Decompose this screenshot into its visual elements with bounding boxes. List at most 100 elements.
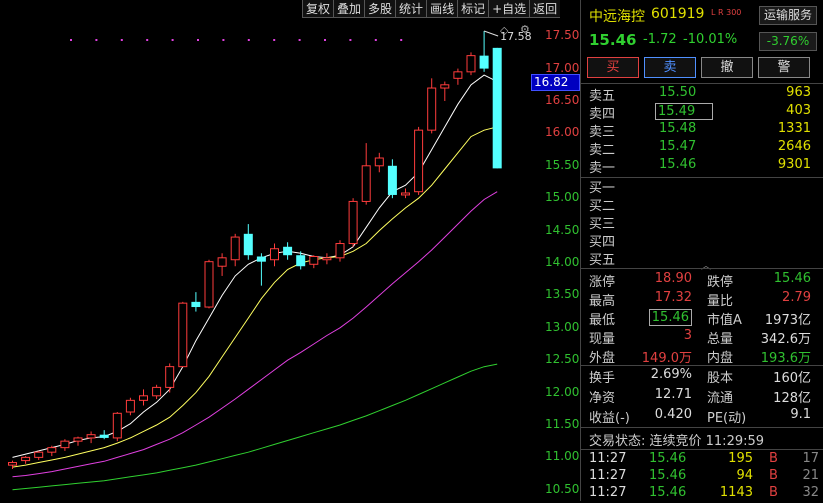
tick-side: B xyxy=(769,485,778,500)
price-tick-label: 13.00 xyxy=(545,319,580,334)
chevron-up-icon[interactable]: ︿ xyxy=(701,257,711,272)
stock-header: 中远海控 601919 L R 300 运输服务 xyxy=(581,0,823,28)
order-label: 买五 xyxy=(589,253,616,268)
order-price: 15.46 xyxy=(659,157,697,172)
stat-label: 股本 xyxy=(707,371,734,386)
trade-status: 交易状态: 连续竞价 11:29:59 xyxy=(589,434,765,449)
price-tick-label: 15.00 xyxy=(545,190,580,205)
order-label: 卖三 xyxy=(589,125,616,140)
candle-body xyxy=(414,129,424,193)
price-tick-label: 17.00 xyxy=(545,60,580,75)
price-row: 15.46 -1.72 -10.01% -3.76% xyxy=(581,28,823,54)
candle-body xyxy=(479,55,489,69)
candle-body xyxy=(230,236,240,261)
marker-dot xyxy=(273,39,276,41)
buy-order-row[interactable]: 买四 xyxy=(581,231,823,250)
price-tick-label: 12.00 xyxy=(545,384,580,399)
buy-order-row[interactable]: 买二 xyxy=(581,195,823,214)
stats-row: 换手 2.69% 股本 160亿 xyxy=(581,367,823,386)
price-tick-label: 16.50 xyxy=(545,92,580,107)
price-tick-label: 15.50 xyxy=(545,157,580,172)
sell-order-row[interactable]: 卖四 15.49 403 xyxy=(581,103,823,122)
marker-dot xyxy=(171,39,174,41)
price-tick-label: 11.50 xyxy=(545,416,580,431)
toolbar-back-button[interactable]: 返回 xyxy=(529,0,561,18)
candle-body xyxy=(73,437,83,442)
cancel-order-button[interactable]: 撤 xyxy=(701,57,753,78)
stat-label: 量比 xyxy=(707,294,734,309)
tick-row: 11:27 15.46 94 B 21 xyxy=(581,468,823,486)
toolbar-multi-stock-button[interactable]: 多股 xyxy=(364,0,396,18)
toolbar-stats-button[interactable]: 统计 xyxy=(395,0,427,18)
tick-time: 11:27 xyxy=(589,485,627,500)
divider xyxy=(581,365,823,366)
stat-value: 12.71 xyxy=(654,387,692,402)
tick-side: B xyxy=(769,451,778,466)
industry-pct: -3.76% xyxy=(759,32,817,51)
sell-order-row[interactable]: 卖五 15.50 963 xyxy=(581,85,823,104)
buy-button[interactable]: 买 xyxy=(587,57,639,78)
stat-label: 收益(-) xyxy=(589,411,630,426)
marker-dot xyxy=(70,39,72,41)
high-marker-line xyxy=(483,30,499,37)
order-volume: 403 xyxy=(786,103,811,118)
order-price: 15.48 xyxy=(659,121,697,136)
marker-dot xyxy=(120,39,123,41)
alert-button[interactable]: 警 xyxy=(758,57,810,78)
industry-button[interactable]: 运输服务 xyxy=(759,6,817,25)
current-price-label: 16.82 xyxy=(531,74,580,91)
candle-body xyxy=(191,301,201,308)
toolbar-restore-rights-button[interactable]: 复权 xyxy=(302,0,334,18)
diamond-icon[interactable]: ◇ xyxy=(500,24,508,37)
candle-body xyxy=(440,84,450,89)
divider xyxy=(581,83,823,84)
candle-body xyxy=(427,87,437,131)
stats-row: 外盘 149.0万 内盘 193.6万 xyxy=(581,347,823,366)
settings-icon[interactable]: ⚙ xyxy=(520,23,530,36)
stat-value: 149.0万 xyxy=(641,351,692,366)
marker-dot xyxy=(95,39,98,41)
stat-value: 15.46 xyxy=(773,271,811,286)
stat-label: 跌停 xyxy=(707,275,734,290)
marker-dot xyxy=(298,39,301,41)
divider xyxy=(581,449,823,450)
price-tick-label: 13.50 xyxy=(545,287,580,302)
stat-label: 外盘 xyxy=(589,351,616,366)
toolbar-add-watchlist-button[interactable]: +自选 xyxy=(488,0,530,18)
sell-order-row[interactable]: 卖二 15.47 2646 xyxy=(581,139,823,158)
stat-label: 流通 xyxy=(707,391,734,406)
toolbar-draw-line-button[interactable]: 画线 xyxy=(426,0,458,18)
candle-body xyxy=(99,434,109,438)
sell-button[interactable]: 卖 xyxy=(644,57,696,78)
marker-dot xyxy=(222,39,225,41)
candle-body xyxy=(401,192,410,196)
marker-dot xyxy=(247,39,250,41)
stat-value: 18.90 xyxy=(654,271,692,286)
buy-order-row[interactable]: 买三 xyxy=(581,213,823,232)
candle-body xyxy=(112,412,122,439)
candle-body xyxy=(152,386,162,397)
order-label: 卖二 xyxy=(589,143,616,158)
order-label: 买三 xyxy=(589,217,616,232)
toolbar-mark-button[interactable]: 标记 xyxy=(457,0,489,18)
candle-body xyxy=(256,256,266,262)
tick-volume: 195 xyxy=(728,451,753,466)
tick-time: 11:27 xyxy=(589,451,627,466)
buy-order-row[interactable]: 买一 xyxy=(581,177,823,196)
price-tick-label: 12.50 xyxy=(545,352,580,367)
stat-value: 9.1 xyxy=(790,407,811,422)
candlestick-chart[interactable]: 17.58 xyxy=(0,0,580,501)
candle-body xyxy=(466,55,476,73)
sell-order-row[interactable]: 卖三 15.48 1331 xyxy=(581,121,823,140)
candle-body xyxy=(125,399,135,413)
marker-dot xyxy=(349,39,352,41)
marker-dot xyxy=(197,39,199,41)
candle-body xyxy=(283,246,293,256)
toolbar-overlay-button[interactable]: 叠加 xyxy=(333,0,365,18)
sell-order-row[interactable]: 卖一 15.46 9301 xyxy=(581,157,823,176)
candle-body xyxy=(492,47,502,169)
price-tick-label: 11.00 xyxy=(545,449,580,464)
stat-label: 净资 xyxy=(589,391,616,406)
order-volume: 1331 xyxy=(777,121,811,136)
candle-body xyxy=(8,462,17,466)
